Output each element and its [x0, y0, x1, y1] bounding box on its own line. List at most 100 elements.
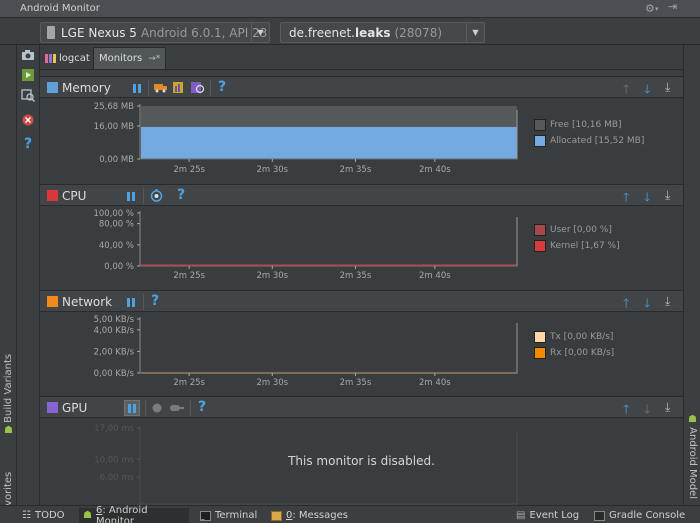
memory-monitor-header: Memory ? 🡑 🡓 ⤓ [40, 76, 683, 98]
memory-y-tick-label: 16,00 MB [94, 122, 134, 132]
pin-tab-icon[interactable]: →* [148, 54, 160, 64]
tab-monitors[interactable]: Monitors →* [93, 47, 167, 69]
process-pid: (28078) [394, 25, 443, 40]
gear-icon[interactable]: ⚙ [645, 2, 655, 15]
gpu-monitor-icon [47, 402, 58, 413]
memory-pause-button[interactable] [130, 81, 144, 95]
cpu-pause-button[interactable] [124, 189, 138, 203]
network-y-tick-label: 0,00 KB/s [94, 369, 135, 379]
todo-tab[interactable]: ☷ TODO [18, 508, 69, 523]
memory-y-tick-label: 0,00 MB [99, 155, 134, 165]
network-x-tick-label: 2m 35s [340, 378, 372, 388]
legend-rx-label: Rx [0,00 KB/s] [550, 348, 615, 358]
device-selector[interactable]: LGE Nexus 5 Android 6.0.1, API 23 ▼ [40, 22, 270, 43]
android-model-label: Android Model [687, 427, 698, 500]
monitor-tabs: logcat Monitors →* [40, 45, 683, 70]
terminal-icon: _ [200, 510, 211, 521]
legend-allocated: Allocated [15,52 MB] [534, 135, 644, 147]
android-monitor-label: : Android Monitor [95, 504, 148, 523]
event-log-tab[interactable]: ▤ Event Log [512, 508, 583, 523]
dump-java-heap-icon[interactable] [172, 81, 184, 97]
memory-chart-area: 25,68 MB 16,00 MB 0,00 MB 2m 25s 2m 30s 2m 35… [40, 98, 683, 184]
gear-dropdown-icon[interactable]: ▾ [655, 5, 659, 13]
android-model-tab[interactable]: ☗ Android Model [687, 413, 698, 500]
legend-kernel: Kernel [1,67 %] [534, 240, 620, 252]
event-log-label: Event Log [529, 510, 580, 521]
gpu-help-icon[interactable]: ? [198, 399, 206, 415]
divider [143, 294, 144, 310]
divider [143, 188, 144, 204]
screen-capture-icon[interactable] [21, 48, 35, 62]
legend-allocated-swatch [534, 135, 546, 147]
android-monitor-tab[interactable]: ☗ 6: Android Monitor [79, 504, 189, 523]
method-tracing-icon[interactable] [150, 189, 163, 205]
process-selector[interactable]: de.freenet. leaks (28078) ▼ [280, 22, 485, 43]
process-dropdown-arrow-icon[interactable]: ▼ [466, 23, 484, 42]
minimize-monitor-icon[interactable]: ⤓ [665, 80, 670, 95]
cpu-y-tick-label: 80,00 % [99, 220, 134, 230]
legend-allocated-label: Allocated [15,52 MB] [550, 136, 645, 146]
tool-window-titlebar: Android Monitor ⚙ ▾ ⇥ [0, 0, 700, 18]
gradle-console-icon [594, 510, 605, 521]
tab-monitors-label: Monitors [99, 53, 143, 64]
gpu-tracer-icon[interactable] [170, 402, 184, 416]
messages-tab[interactable]: 0: Messages [267, 508, 352, 523]
network-monitor-icon [47, 296, 58, 307]
screen-record-icon[interactable] [21, 68, 35, 82]
legend-free-swatch [534, 119, 546, 131]
device-dropdown-arrow-icon[interactable]: ▼ [251, 23, 269, 42]
tool-window-title: Android Monitor [20, 3, 100, 14]
build-variants-tab[interactable]: ☗ Build Variants [3, 354, 14, 437]
cpu-y-tick-label: 0,00 % [104, 262, 134, 272]
minimize-monitor-icon[interactable]: ⤓ [665, 400, 670, 415]
minimize-monitor-icon[interactable]: ⤓ [665, 188, 670, 203]
process-name-prefix: de.freenet. [289, 25, 355, 40]
help-icon[interactable]: ? [21, 136, 35, 152]
network-help-icon[interactable]: ? [151, 293, 159, 309]
network-x-tick-label: 2m 25s [173, 378, 205, 388]
todo-icon: ☷ [22, 510, 31, 521]
legend-kernel-label: Kernel [1,67 %] [550, 241, 620, 251]
cpu-x-tick-label: 2m 40s [419, 271, 451, 281]
cpu-y-tick-label: 40,00 % [99, 241, 134, 251]
initiate-gc-icon[interactable] [154, 81, 167, 96]
legend-tx: Tx [0,00 KB/s] [534, 331, 613, 343]
memory-x-tick-label: 2m 25s [173, 165, 205, 175]
legend-free: Free [10,16 MB] [534, 119, 622, 131]
hide-panel-icon[interactable]: ⇥ [668, 0, 677, 13]
android-icon: ☗ [4, 425, 13, 437]
device-details: Android 6.0.1, API 23 [140, 25, 268, 40]
gpu-pause-button[interactable] [124, 400, 140, 416]
android-icon: ☗ [688, 413, 697, 425]
tab-logcat[interactable]: logcat [40, 47, 95, 69]
gpu-record-icon[interactable] [152, 402, 162, 416]
memory-free-area [141, 106, 517, 127]
network-y-tick-label: 2,00 KB/s [94, 347, 135, 357]
allocation-tracking-icon[interactable] [191, 81, 205, 97]
legend-user-label: User [0,00 %] [550, 225, 612, 235]
terminate-app-icon[interactable] [21, 113, 35, 127]
memory-help-icon[interactable]: ? [218, 79, 226, 95]
legend-tx-swatch [534, 331, 546, 343]
cpu-x-tick-label: 2m 30s [256, 271, 288, 281]
divider [210, 80, 211, 96]
terminal-tab[interactable]: _ Terminal [196, 508, 261, 523]
network-pause-button[interactable] [124, 295, 138, 309]
gradle-console-tab[interactable]: Gradle Console [590, 508, 689, 523]
system-information-icon[interactable] [21, 88, 35, 102]
event-log-icon: ▤ [516, 510, 526, 521]
divider [190, 400, 191, 416]
gpu-y-tick-label: 6,00 ms [100, 473, 135, 483]
minimize-monitor-icon[interactable]: ⤓ [665, 294, 670, 309]
cpu-help-icon[interactable]: ? [177, 187, 185, 203]
bottom-tool-window-bar: ☷ TODO ☗ 6: Android Monitor _ Terminal 0… [0, 505, 700, 523]
memory-x-tick-label: 2m 35s [340, 165, 372, 175]
right-tool-strip: ☗ Android Model [683, 45, 700, 505]
memory-monitor-icon [47, 82, 58, 93]
todo-label: TODO [34, 510, 65, 521]
process-name-bold: leaks [354, 25, 391, 40]
memory-x-tick-label: 2m 30s [256, 165, 288, 175]
legend-tx-label: Tx [0,00 KB/s] [550, 332, 614, 342]
messages-icon [271, 510, 282, 521]
tab-logcat-label: logcat [59, 52, 90, 64]
